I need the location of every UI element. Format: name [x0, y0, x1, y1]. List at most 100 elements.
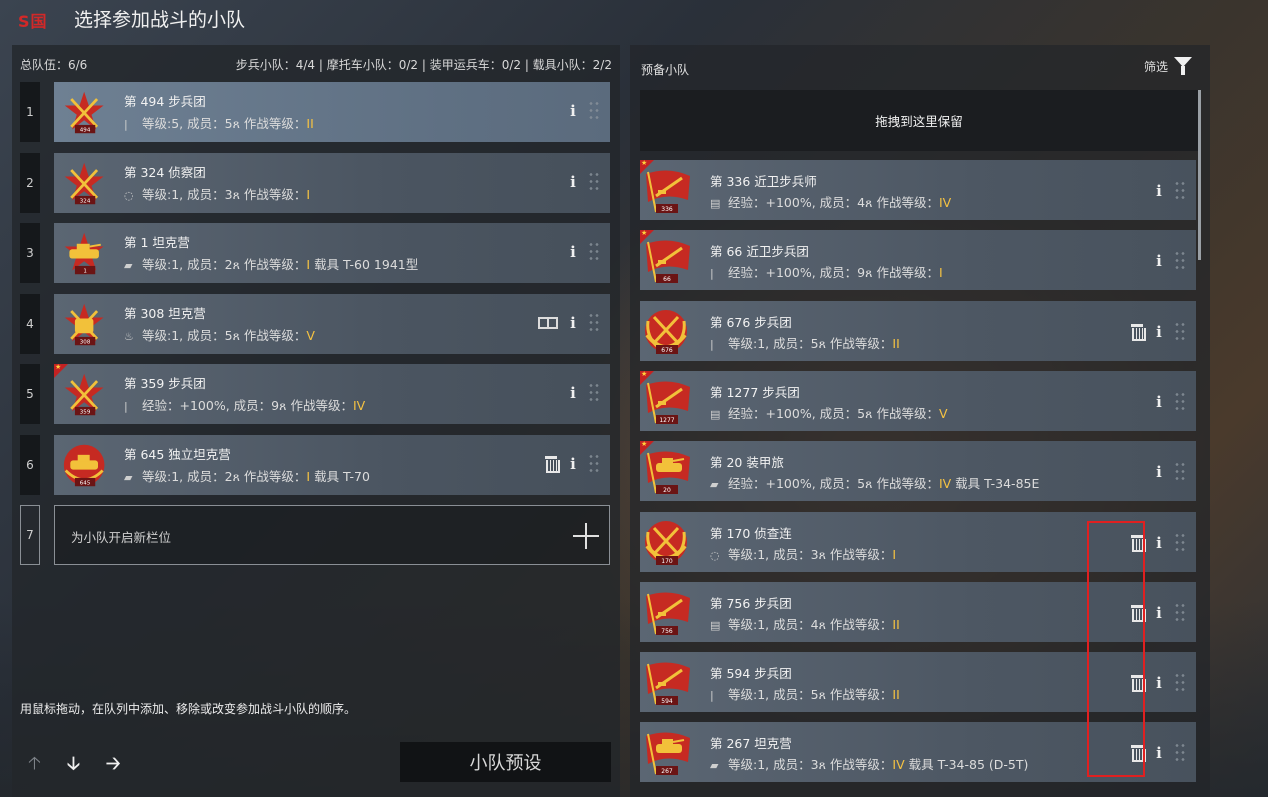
drag-handle-icon[interactable] — [1174, 461, 1186, 484]
drag-handle-icon[interactable] — [1174, 390, 1186, 413]
drag-handle-icon[interactable] — [1174, 742, 1186, 765]
reserve-squad-card[interactable]: 66 第 66 近卫步兵团 | 经验：+100%, 成员：9ጸ 作战等级：I i — [640, 229, 1196, 291]
empty-slot[interactable]: 7 为小队开启新栏位 — [20, 505, 610, 565]
trash-icon[interactable] — [544, 455, 560, 473]
info-icon[interactable]: i — [1154, 534, 1164, 552]
info-icon[interactable]: i — [568, 455, 578, 473]
combat-rank-value: II — [892, 335, 900, 351]
squad-name: 第 594 步兵团 — [710, 666, 792, 682]
drag-handle-icon[interactable] — [588, 311, 600, 334]
combat-rank-value: IV — [352, 398, 366, 413]
battle-squads-panel: 总队伍：6/6 步兵小队：4/4 | 摩托车小队：0/2 | 装甲运兵车：0/2… — [12, 45, 620, 797]
svg-text:336: 336 — [661, 206, 673, 213]
drag-handle-icon[interactable] — [1174, 531, 1186, 554]
reserve-squad-card[interactable]: 676 第 676 步兵团 | 等级:1, 成员：5ጸ 作战等级：II i — [640, 300, 1196, 361]
drag-handle-icon[interactable] — [1174, 320, 1186, 343]
squad-type-icon: ▤ — [710, 618, 721, 632]
info-icon[interactable]: i — [1154, 182, 1164, 200]
combat-rank-label: 作战等级： — [243, 116, 307, 131]
squad-slot[interactable]: 2 324 第 324 侦察团 ◌ 等级:1, 成员：3ጸ 作战等级：I i — [20, 152, 610, 213]
combat-rank-value: V — [306, 327, 315, 343]
squad-card[interactable]: 359 第 359 步兵团 | 经验：+100%, 成员：9ጸ 作战等级：IV i — [54, 363, 610, 424]
highlight-box — [1087, 521, 1145, 777]
squad-slot[interactable]: 6 645 第 645 独立坦克营 ▰ 等级:1, 成员：2ጸ 作战等级：I 载具… — [20, 434, 610, 495]
arrow-down-icon[interactable]: 🡣 — [67, 751, 80, 781]
member-icon: ጸ — [865, 405, 873, 421]
arrow-up-icon[interactable]: 🡡 — [28, 751, 41, 781]
drag-handle-icon[interactable] — [1174, 180, 1186, 202]
drag-handle-icon[interactable] — [1174, 250, 1186, 273]
squad-actions: i — [1130, 320, 1186, 343]
svg-text:170: 170 — [661, 558, 673, 565]
squad-name: 第 1277 步兵团 — [710, 384, 800, 400]
squad-slot[interactable]: 4 308 第 308 坦克营 ♨ 等级:1, 成员：5ጸ 作战等级：V i — [20, 293, 610, 354]
squad-info: | 等级:5, 成员：5ጸ 作战等级：II — [124, 113, 314, 132]
drag-handle-icon[interactable] — [588, 100, 600, 122]
squad-actions: i — [568, 241, 600, 263]
info-icon[interactable]: i — [1154, 463, 1164, 481]
squad-slot[interactable]: 5 359 第 359 步兵团 | 经验：+100%, 成员：9ጸ 作战等级：IV… — [20, 363, 610, 424]
info-icon[interactable]: i — [1154, 744, 1164, 762]
drag-handle-icon[interactable] — [588, 382, 600, 404]
info-icon[interactable]: i — [568, 102, 578, 120]
squad-name: 第 336 近卫步兵师 — [710, 174, 817, 189]
combat-rank-label: 作战等级： — [829, 335, 893, 351]
filter-label: 筛选 — [1143, 59, 1168, 74]
vehicle-label: 载具 T-34-85E — [951, 476, 1040, 492]
svg-text:66: 66 — [663, 276, 671, 283]
squad-stats: 等级:1, 成员：2 — [142, 257, 233, 272]
info-icon[interactable]: i — [1154, 604, 1164, 622]
filter-button[interactable]: 筛选 — [1144, 57, 1192, 75]
scrollbar[interactable] — [1198, 90, 1201, 260]
info-icon[interactable]: i — [568, 173, 578, 191]
drag-handle-icon[interactable] — [1174, 672, 1186, 695]
squad-slot[interactable]: 3 1 第 1 坦克营 ▰ 等级:1, 成员：2ጸ 作战等级：I 载具 T-60 … — [20, 223, 610, 283]
reserve-squad-card[interactable]: 1277 第 1277 步兵团 ▤经验：+100%, 成员：5ጸ 作战等级：V … — [640, 370, 1196, 431]
squad-name: 第 308 坦克营 — [124, 305, 206, 321]
info-icon[interactable]: i — [1154, 323, 1164, 341]
squad-card[interactable]: 494 第 494 步兵团 | 等级:5, 成员：5ጸ 作战等级：II i — [54, 82, 610, 142]
combat-rank-label: 作战等级： — [243, 327, 307, 343]
combat-rank-value: II — [892, 616, 900, 632]
squad-emblem-icon: 66 — [642, 236, 694, 284]
squad-preset-button[interactable]: 小队预设 — [400, 742, 611, 782]
squad-card[interactable]: 308 第 308 坦克营 ♨ 等级:1, 成员：5ጸ 作战等级：V i — [54, 293, 610, 354]
drag-handle-icon[interactable] — [1174, 601, 1186, 624]
combat-rank-label: 作战等级： — [243, 257, 307, 272]
squad-slot[interactable]: 1 494 第 494 步兵团 | 等级:5, 成员：5ጸ 作战等级：II i — [20, 82, 610, 142]
info-icon[interactable]: i — [1154, 674, 1164, 692]
book-icon[interactable] — [538, 316, 558, 329]
drag-handle-icon[interactable] — [588, 170, 600, 193]
trash-icon[interactable] — [1130, 323, 1146, 341]
member-icon: ጸ — [818, 687, 826, 703]
info-icon[interactable]: i — [1154, 252, 1164, 270]
squad-type-icon: ▰ — [124, 259, 133, 272]
combat-rank-value: IV — [892, 757, 905, 773]
squad-type-icon: | — [124, 118, 128, 131]
arrow-right-icon[interactable]: 🡢 — [106, 751, 121, 781]
drag-handle-icon[interactable] — [588, 241, 600, 263]
squad-stats: 经验：+100%, 成员：9 — [142, 398, 280, 413]
squad-stats: 等级:1, 成员：3 — [728, 757, 819, 773]
info-icon[interactable]: i — [568, 314, 578, 332]
squad-card[interactable]: 324 第 324 侦察团 ◌ 等级:1, 成员：3ጸ 作战等级：I i — [54, 152, 610, 213]
unlock-slot-card[interactable]: 为小队开启新栏位 — [54, 505, 610, 565]
squad-info: ◌ 等级:1, 成员：3ጸ 作战等级：I — [124, 184, 310, 203]
squad-emblem-icon: 308 — [62, 300, 110, 348]
reserve-squad-card[interactable]: 336 第 336 近卫步兵师 ▤ 经验：+100%, 成员：4ጸ 作战等级：IV… — [640, 159, 1196, 220]
info-icon[interactable]: i — [568, 243, 578, 261]
drag-handle-icon[interactable] — [588, 452, 600, 475]
squad-card[interactable]: 1 第 1 坦克营 ▰ 等级:1, 成员：2ጸ 作战等级：I 载具 T-60 19… — [54, 223, 610, 283]
combat-rank-label: 作战等级： — [829, 687, 893, 703]
info-icon[interactable]: i — [568, 384, 578, 402]
plus-icon[interactable] — [573, 523, 599, 549]
squad-info: ▤ 经验：+100%, 成员：5ጸ 作战等级：V — [710, 403, 948, 422]
info-icon[interactable]: i — [1154, 393, 1164, 411]
reserve-squad-card[interactable]: 20 第 20 装甲旅 ▰ 经验：+100%, 成员：5ጸ 作战等级：IV 载具 … — [640, 440, 1196, 502]
reserve-dropzone[interactable]: 拖拽到这里保留 — [640, 90, 1198, 151]
combat-rank-label: 作战等级： — [876, 405, 939, 421]
squad-info: ▰ 等级:1, 成员：2ጸ 作战等级：I 载具 T-70 — [124, 466, 370, 485]
squad-card[interactable]: 645 第 645 独立坦克营 ▰ 等级:1, 成员：2ጸ 作战等级：I 载具 T… — [54, 434, 610, 495]
squad-stats: 经验：+100%, 成员：5 — [728, 476, 866, 492]
combat-rank-value: I — [892, 546, 897, 562]
